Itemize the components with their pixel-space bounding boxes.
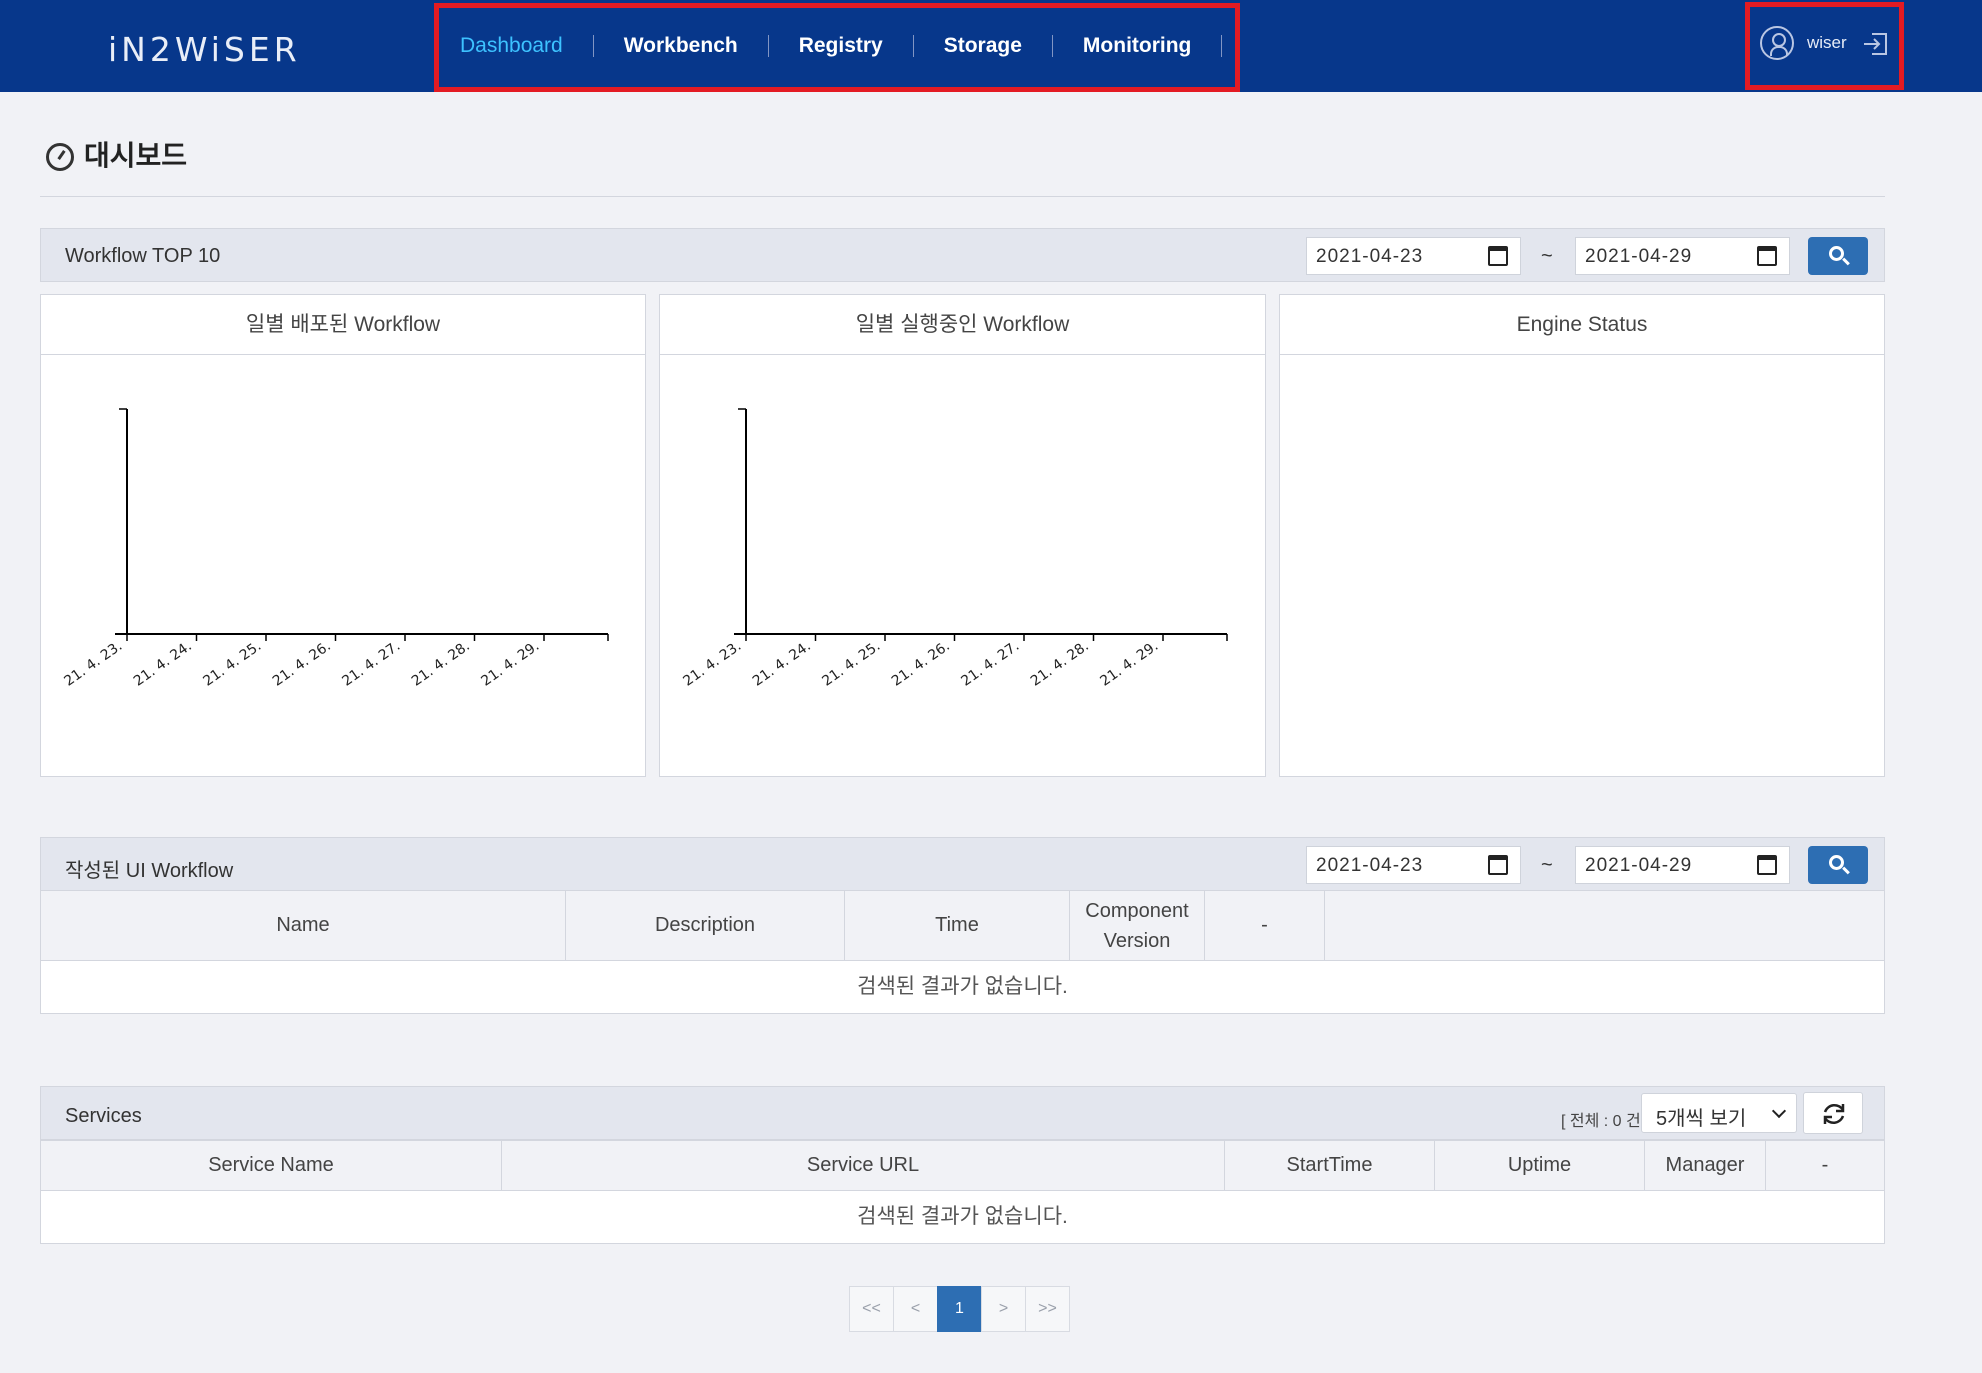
column-header-actions: - [1821, 1154, 1829, 1176]
column-header-uptime[interactable]: Uptime [1435, 1141, 1645, 1190]
calendar-icon[interactable] [1757, 246, 1777, 266]
start-date-value: 2021-04-23 [1316, 855, 1424, 876]
ui-workflow-table: Name Description Time Component Version … [40, 890, 1885, 1014]
column-header-component-version[interactable]: Component Version [1070, 891, 1205, 960]
panel-daily-running: 일별 실행중인 Workflow 21. 4. 23. 21. 4. 24. 21.… [659, 294, 1266, 777]
page-title: 대시보드 [84, 140, 188, 171]
end-date-value: 2021-04-29 [1585, 855, 1693, 876]
x-tick-label: 21. 4. 26. [270, 638, 334, 689]
date-range-separator: ~ [1541, 854, 1553, 876]
x-tick-label: 21. 4. 23. [61, 638, 125, 689]
services-header: Services [ 전체 : 0 건 ] 5개씩 보기 [40, 1086, 1885, 1140]
start-date-input[interactable]: 2021-04-23 [1306, 846, 1521, 884]
total-count: [ 전체 : 0 건 ] [1561, 1113, 1650, 1130]
empty-result-message: 검색된 결과가 없습니다. [41, 1191, 1884, 1243]
x-tick-label: 21. 4. 29. [1097, 638, 1161, 689]
x-tick-label: 21. 4. 29. [478, 638, 542, 689]
x-tick-label: 21. 4. 24. [131, 638, 195, 689]
column-header-start-time[interactable]: StartTime [1225, 1141, 1435, 1190]
end-date-input[interactable]: 2021-04-29 [1575, 237, 1790, 275]
dashboard-gauge-icon [46, 143, 74, 171]
table-header-row: Service Name Service URL StartTime Uptim… [41, 1141, 1884, 1191]
next-page-button[interactable]: > [981, 1286, 1026, 1332]
x-tick-label: 21. 4. 24. [750, 638, 814, 689]
panel-title: Engine Status [1280, 295, 1884, 355]
end-date-value: 2021-04-29 [1585, 246, 1693, 267]
title-divider [40, 196, 1885, 197]
x-tick-label: 21. 4. 25. [200, 638, 264, 689]
x-tick-label: 21. 4. 26. [889, 638, 953, 689]
column-header-name[interactable]: Name [41, 891, 566, 960]
refresh-button[interactable] [1803, 1092, 1863, 1134]
column-header-manager[interactable]: Manager [1645, 1141, 1766, 1190]
search-button[interactable] [1808, 846, 1868, 884]
workflow-top10-header: Workflow TOP 10 2021-04-23 ~ 2021-04-29 [40, 228, 1885, 282]
calendar-icon[interactable] [1488, 246, 1508, 266]
deployed-chart: 21. 4. 23. 21. 4. 24. 21. 4. 25. 21. 4. 26.… [61, 408, 609, 690]
start-date-value: 2021-04-23 [1316, 246, 1424, 267]
table-header-row: Name Description Time Component Version … [41, 891, 1884, 961]
search-button[interactable] [1808, 237, 1868, 275]
services-table: Service Name Service URL StartTime Uptim… [40, 1140, 1885, 1244]
x-tick-label: 21. 4. 27. [339, 638, 403, 689]
page-size-select[interactable]: 5개씩 보기 [1641, 1093, 1797, 1133]
x-tick-label: 21. 4. 28. [409, 638, 473, 689]
x-tick-label: 21. 4. 23. [680, 638, 744, 689]
date-range-separator: ~ [1541, 245, 1553, 267]
page-button-current[interactable]: 1 [937, 1286, 982, 1332]
column-header-description[interactable]: Description [566, 891, 845, 960]
last-page-button[interactable]: >> [1025, 1286, 1070, 1332]
pagination: << < 1 > >> [849, 1286, 1070, 1332]
section-title: 작성된 UI Workflow [65, 860, 234, 882]
calendar-icon[interactable] [1488, 855, 1508, 875]
user-highlight-box [1745, 2, 1904, 90]
section-title: Services [65, 1105, 142, 1127]
column-header-actions: - [1205, 891, 1325, 960]
panel-engine-status: Engine Status [1279, 294, 1885, 777]
prev-page-button[interactable]: < [893, 1286, 938, 1332]
end-date-input[interactable]: 2021-04-29 [1575, 846, 1790, 884]
app-logo[interactable]: iN2WiSER [108, 30, 303, 70]
chevron-down-icon [1771, 1103, 1787, 1119]
column-header-service-name[interactable]: Service Name [41, 1141, 502, 1190]
x-tick-label: 21. 4. 25. [819, 638, 883, 689]
logo-text: iN2WiSER [108, 30, 301, 69]
x-tick-label: 21. 4. 28. [1028, 638, 1092, 689]
empty-result-message: 검색된 결과가 없습니다. [41, 961, 1884, 1013]
nav-highlight-box [434, 3, 1240, 92]
x-tick-label: 21. 4. 27. [958, 638, 1022, 689]
calendar-icon[interactable] [1757, 855, 1777, 875]
panel-title: 일별 실행중인 Workflow [660, 295, 1265, 355]
start-date-input[interactable]: 2021-04-23 [1306, 237, 1521, 275]
refresh-icon [1823, 1103, 1845, 1125]
ui-workflow-header: 작성된 UI Workflow 2021-04-23 ~ 2021-04-29 [40, 837, 1885, 891]
first-page-button[interactable]: << [849, 1286, 894, 1332]
panel-daily-deployed: 일별 배포된 Workflow 21. 4. 23. 21. 4. 24. 21. … [40, 294, 646, 777]
column-header-service-url[interactable]: Service URL [502, 1141, 1225, 1190]
column-header-time[interactable]: Time [845, 891, 1070, 960]
page-size-value: 5개씩 보기 [1656, 1108, 1747, 1130]
running-chart: 21. 4. 23. 21. 4. 24. 21. 4. 25. 21. 4. 26.… [680, 408, 1228, 690]
section-title: Workflow TOP 10 [65, 245, 221, 267]
panel-title: 일별 배포된 Workflow [41, 295, 645, 355]
